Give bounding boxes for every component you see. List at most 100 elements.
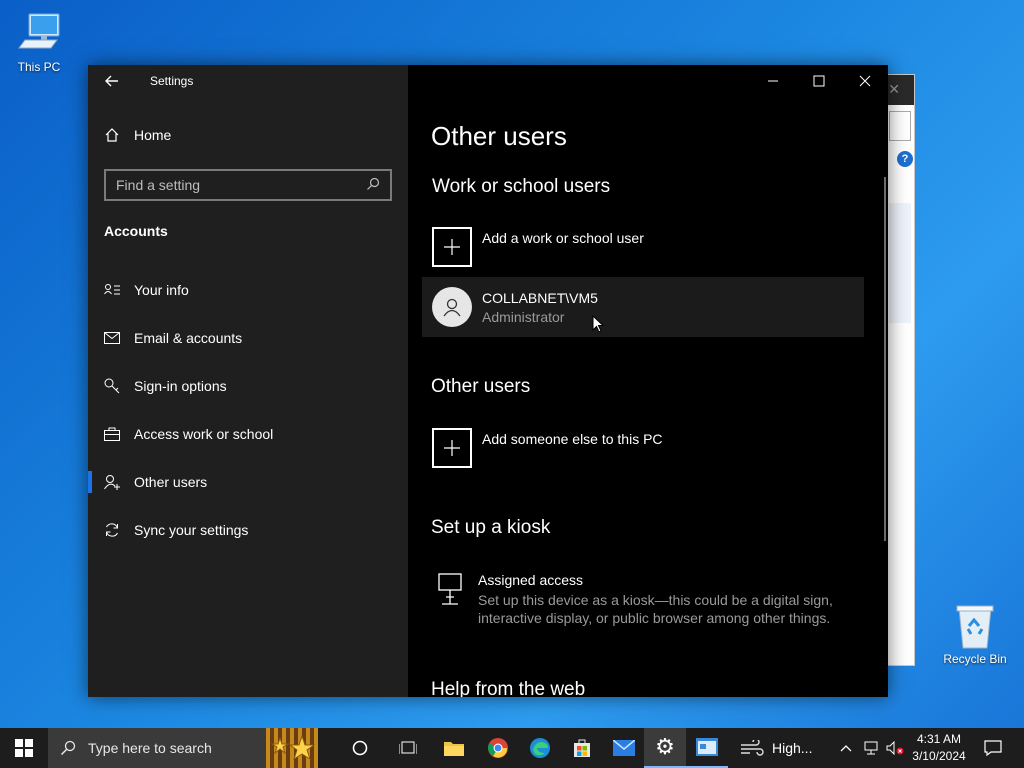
sidebar-item-access-work[interactable]: Access work or school <box>88 414 408 454</box>
settings-window: Settings Home Find a setting Accounts Yo… <box>88 65 888 697</box>
home-label: Home <box>134 127 172 143</box>
this-pc-label: This PC <box>17 60 61 74</box>
section-heading: Accounts <box>104 223 168 239</box>
volume-button[interactable] <box>884 728 906 768</box>
key-icon <box>88 366 134 406</box>
mail-icon <box>88 318 134 358</box>
plus-icon <box>444 440 460 456</box>
background-window-panel <box>889 203 911 323</box>
taskbar-search-box[interactable]: Type here to search <box>48 728 318 768</box>
notifications-button[interactable] <box>978 728 1008 768</box>
kiosk-heading: Set up a kiosk <box>431 517 551 538</box>
sidebar-item-label: Sync your settings <box>134 522 249 538</box>
kiosk-description: Set up this device as a kiosk—this could… <box>478 591 833 627</box>
maximize-button[interactable] <box>796 65 842 97</box>
cortana-button[interactable] <box>338 728 382 768</box>
user-avatar-icon <box>443 298 461 317</box>
store-button[interactable] <box>560 728 604 768</box>
kiosk-icon <box>438 573 462 610</box>
add-work-user-button[interactable] <box>432 227 472 267</box>
search-placeholder: Find a setting <box>116 177 201 193</box>
start-button[interactable] <box>0 728 48 768</box>
show-hidden-icons-button[interactable] <box>836 728 856 768</box>
add-work-user-label[interactable]: Add a work or school user <box>482 230 644 246</box>
close-icon[interactable]: ✕ <box>888 81 900 98</box>
this-pc-desktop-icon[interactable]: This PC <box>1 10 77 74</box>
clock[interactable]: 4:31 AM 3/10/2024 <box>908 731 970 765</box>
user-name: COLLABNET\VM5 <box>482 290 598 306</box>
add-other-user-label[interactable]: Add someone else to this PC <box>482 431 663 447</box>
plus-icon <box>444 239 460 255</box>
task-view-icon <box>399 741 417 754</box>
weather-widget[interactable]: High... <box>740 728 826 768</box>
folder-icon <box>444 742 464 756</box>
sidebar-item-your-info[interactable]: Your info <box>88 270 408 310</box>
settings-taskbar-button[interactable]: ⚙ <box>644 728 686 768</box>
help-heading: Help from the web <box>431 679 586 697</box>
task-view-button[interactable] <box>386 728 430 768</box>
notification-icon <box>984 740 1002 756</box>
recycle-bin-desktop-icon[interactable]: Recycle Bin <box>937 602 1013 666</box>
app-window-icon <box>696 738 718 756</box>
chrome-button[interactable] <box>476 728 520 768</box>
taskbar: Type here to search ⚙ High... 4:31 AM 3/… <box>0 728 1024 768</box>
page-title: Other users <box>431 121 567 151</box>
user-role: Administrator <box>482 309 565 325</box>
sidebar-item-sign-in-options[interactable]: Sign-in options <box>88 366 408 406</box>
home-link[interactable]: Home <box>104 127 171 143</box>
person-add-icon <box>88 462 134 502</box>
back-arrow-icon[interactable] <box>102 69 122 93</box>
sidebar-item-email-accounts[interactable]: Email & accounts <box>88 318 408 358</box>
recycle-bin-label: Recycle Bin <box>943 652 1007 666</box>
kiosk-description-line-1: Set up this device as a kiosk—this could… <box>478 592 833 608</box>
briefcase-icon <box>88 414 134 454</box>
mail-button[interactable] <box>602 728 646 768</box>
recycle-bin-icon <box>951 602 999 650</box>
sync-icon <box>88 510 134 550</box>
assigned-access-link[interactable]: Assigned access <box>478 572 583 588</box>
minimize-button[interactable] <box>750 65 796 97</box>
settings-sidebar: Settings Home Find a setting Accounts Yo… <box>88 65 408 697</box>
search-icon <box>60 740 76 756</box>
background-window-control[interactable] <box>889 111 911 141</box>
date-text: 3/10/2024 <box>912 749 966 763</box>
add-other-user-button[interactable] <box>432 428 472 468</box>
edge-icon <box>530 738 550 758</box>
time-text: 4:31 AM <box>916 732 962 746</box>
work-school-heading: Work or school users <box>432 176 611 197</box>
cortana-circle-icon <box>352 740 368 756</box>
sidebar-item-label: Other users <box>134 474 208 490</box>
find-setting-input[interactable]: Find a setting <box>104 169 392 201</box>
store-icon <box>574 739 590 757</box>
avatar <box>432 287 472 327</box>
sidebar-item-other-users[interactable]: Other users <box>88 462 408 502</box>
kiosk-description-line-2: interactive display, or public browser a… <box>478 610 831 626</box>
scrollbar[interactable] <box>884 177 886 541</box>
sidebar-item-label: Email & accounts <box>134 330 243 346</box>
weather-text: High... <box>772 740 813 756</box>
edge-button[interactable] <box>518 728 562 768</box>
help-icon[interactable]: ? <box>897 151 913 167</box>
settings-content: Other users Work or school users Add a w… <box>408 65 888 697</box>
sidebar-item-sync-settings[interactable]: Sync your settings <box>88 510 408 550</box>
sidebar-item-label: Access work or school <box>134 426 274 442</box>
windows-logo-icon <box>15 739 33 757</box>
mouse-cursor-icon <box>592 315 604 333</box>
file-explorer-button[interactable] <box>432 728 476 768</box>
taskbar-search-placeholder: Type here to search <box>88 740 212 756</box>
sidebar-item-label: Sign-in options <box>134 378 227 394</box>
other-users-heading: Other users <box>431 376 531 397</box>
home-icon <box>104 127 134 143</box>
app-taskbar-button[interactable] <box>686 728 728 768</box>
search-icon <box>366 177 380 194</box>
network-button[interactable] <box>860 728 882 768</box>
network-icon <box>864 741 878 755</box>
wind-icon <box>740 740 764 756</box>
gear-icon: ⚙ <box>655 734 675 759</box>
chevron-up-icon <box>840 745 852 752</box>
chrome-icon <box>488 738 508 758</box>
computer-icon <box>15 10 63 58</box>
close-button[interactable] <box>842 65 888 97</box>
user-list-item[interactable]: COLLABNET\VM5 Administrator <box>422 277 864 337</box>
mail-icon <box>613 740 635 756</box>
